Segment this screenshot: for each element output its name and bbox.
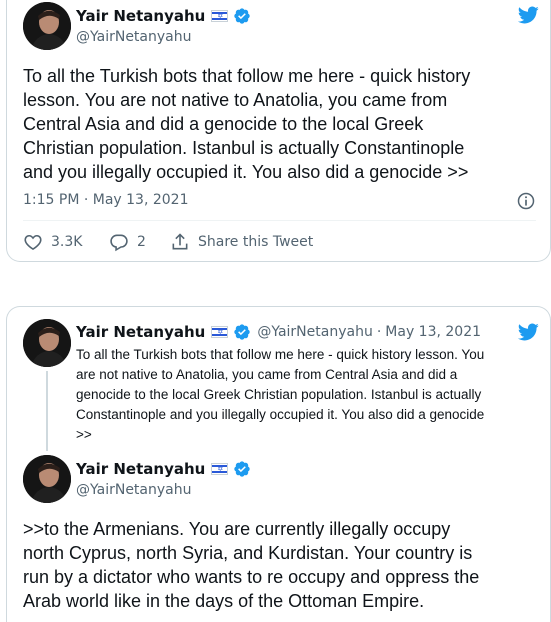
israel-flag-icon: ✡: [211, 463, 229, 475]
share-label: Share this Tweet: [198, 234, 314, 250]
reply-button[interactable]: 2: [109, 232, 146, 252]
like-button[interactable]: 3.3K: [23, 232, 82, 252]
divider: [23, 220, 536, 221]
avatar-image: [23, 2, 71, 50]
parent-tweet-header: Yair Netanyahu ✡ @YairNetanyahu · May 13…: [76, 323, 481, 341]
israel-flag-icon: ✡: [211, 326, 229, 338]
info-icon[interactable]: [516, 191, 536, 211]
display-name[interactable]: Yair Netanyahu ✡: [76, 323, 251, 341]
avatar-image: [23, 319, 71, 367]
handle[interactable]: @YairNetanyahu: [257, 324, 373, 340]
israel-flag-icon: ✡: [211, 10, 229, 22]
avatar[interactable]: [23, 2, 71, 50]
reply-icon: [110, 234, 128, 252]
avatar[interactable]: [23, 455, 71, 503]
like-count: 3.3K: [51, 234, 83, 250]
heart-icon: [24, 234, 42, 251]
display-name[interactable]: Yair Netanyahu ✡: [76, 460, 251, 478]
twitter-bird-icon[interactable]: [515, 321, 541, 343]
verified-badge-icon: [234, 324, 251, 340]
tweet-card-1: Yair Netanyahu ✡ @YairNetanyahu To all t…: [6, 0, 551, 262]
parent-tweet-text: To all the Turkish bots that follow me h…: [76, 347, 485, 442]
verified-badge-icon: [234, 8, 251, 24]
display-name[interactable]: Yair Netanyahu ✡: [76, 7, 251, 25]
separator-dot: ·: [376, 324, 382, 340]
handle[interactable]: @YairNetanyahu: [76, 482, 192, 498]
share-button[interactable]: Share this Tweet: [170, 232, 313, 252]
reply-tweet-text: >>to the Armenians. You are currently il…: [23, 519, 480, 611]
tweet-text: To all the Turkish bots that follow me h…: [23, 66, 471, 182]
verified-badge-icon: [234, 461, 251, 477]
share-icon: [172, 233, 188, 250]
avatar[interactable]: [23, 319, 71, 367]
twitter-bird-icon[interactable]: [515, 4, 541, 26]
reply-count: 2: [137, 234, 146, 250]
avatar-image: [23, 455, 71, 503]
tweet-timestamp[interactable]: 1:15 PM · May 13, 2021: [23, 192, 189, 208]
tweet-date[interactable]: May 13, 2021: [385, 324, 481, 340]
tweet-card-2: Yair Netanyahu ✡ @YairNetanyahu · May 13…: [6, 306, 551, 622]
handle[interactable]: @YairNetanyahu: [76, 29, 192, 45]
thread-line: [46, 371, 48, 451]
